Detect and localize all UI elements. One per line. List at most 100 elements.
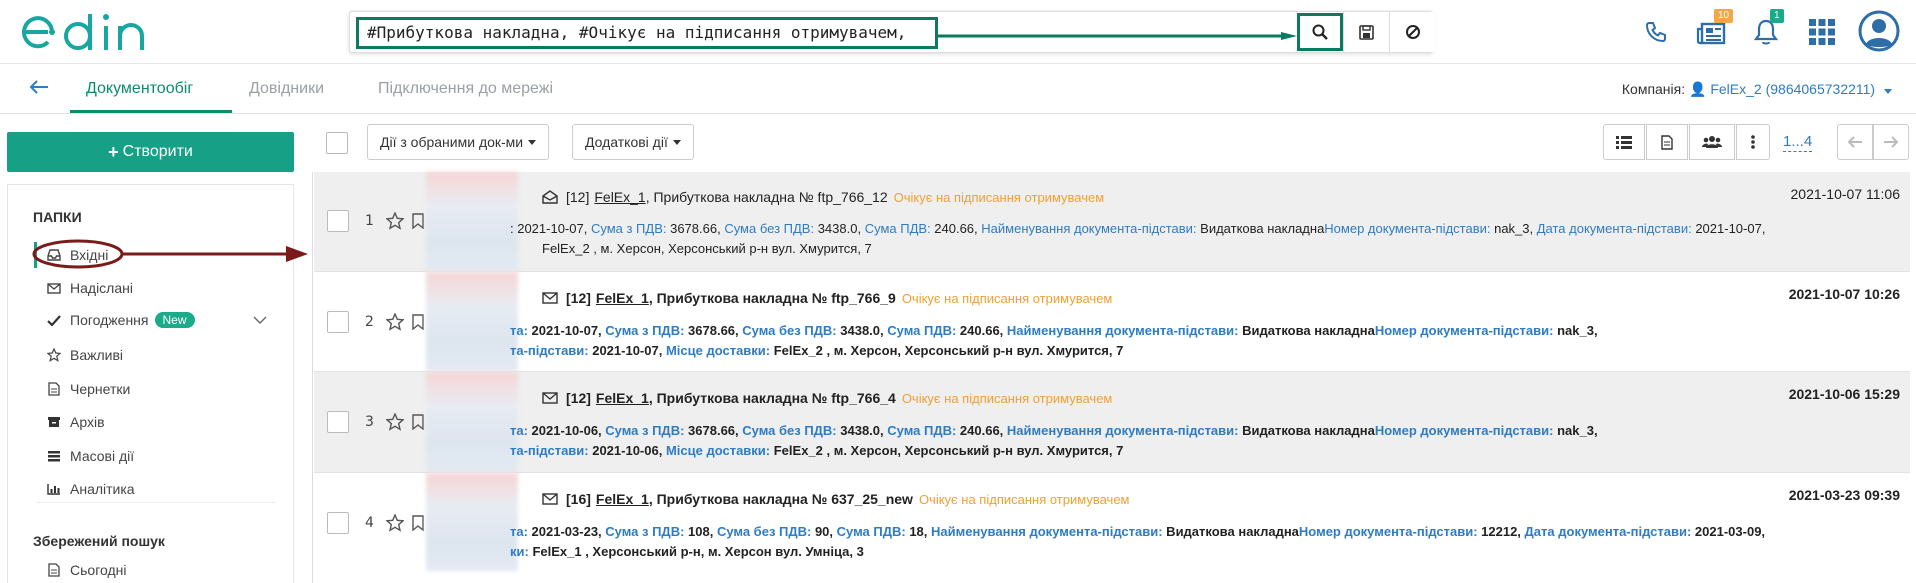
create-button[interactable]: + Створити [7,132,294,172]
field-value: FelEx_1 , Херсонський р-н, м. Херсон вул… [528,544,864,559]
next-page-button[interactable] [1873,124,1909,160]
edin-logo[interactable] [18,10,163,58]
main-nav: Документообіг Довідники Підключення до м… [0,64,1916,114]
sidebar-item-drafts[interactable]: Чернетки [46,377,130,401]
chevron-down-icon[interactable] [253,316,267,325]
sidebar-item-analytics[interactable]: Аналітика [46,477,135,501]
document-date: 2021-10-07 11:06 [1790,186,1901,202]
star-icon[interactable] [386,212,404,230]
row-number: 3 [365,414,374,430]
active-folder-marker [34,242,37,268]
sidebar-item-important[interactable]: Важливі [46,343,123,367]
tab-network-connection[interactable]: Підключення до мережі [378,80,553,98]
select-all-checkbox[interactable] [326,132,348,154]
tab-documents[interactable]: Документообіг [86,80,193,98]
more-options-button[interactable] [1736,124,1770,160]
field-value: nak_3, [1553,423,1598,438]
pagination-range[interactable]: 1...4 [1783,133,1813,152]
search-input[interactable]: #Прибуткова накладна, #Очікує на підписа… [356,17,938,49]
caret-down-icon [528,139,537,145]
notifications-button[interactable]: 1 [1746,9,1786,52]
sender-logo-blurred [426,372,518,472]
row-checkbox[interactable] [327,512,349,534]
document-title[interactable]: [16] FelEx_1 , Прибуткова накладна № 637… [542,491,1129,507]
document-details-line2: та-підстави: 2021-10-06, Місце доставки:… [510,443,1910,458]
document-details-line1: та: 2021-03-23, Сума з ПДВ: 108, Сума бе… [510,524,1910,539]
row-checkbox[interactable] [327,210,349,232]
field-value: 3438.0, [814,221,865,236]
company-value[interactable]: FelEx_2 (9864065732211) [1710,81,1875,97]
news-button[interactable]: 10 [1692,9,1734,52]
field-key: Сума без ПДВ: [716,524,812,539]
check-icon [46,314,62,326]
field-value: Видаткова накладна [1238,423,1375,438]
table-row[interactable]: 1 [12] FelEx_1 , Прибуткова накладна № f… [314,172,1910,272]
table-row[interactable]: 3 [12] FelEx_1 , Прибуткова накладна № f… [314,372,1910,473]
star-icon[interactable] [386,514,404,532]
phone-button[interactable] [1636,12,1676,52]
group-view-button[interactable] [1689,124,1735,160]
bookmark-icon[interactable] [412,314,424,330]
status-badge: Очікує на підписання отримувачем [901,390,1113,406]
table-row[interactable]: 4 [16] FelEx_1 , Прибуткова накладна № 6… [314,473,1910,571]
apps-grid-icon [1809,19,1835,45]
document-title[interactable]: [12] FelEx_1 , Прибуткова накладна № ftp… [542,189,1104,205]
table-row[interactable]: 2 [12] FelEx_1 , Прибуткова накладна № f… [314,272,1910,372]
field-value: 240.66, [956,323,1007,338]
document-sender-link[interactable]: FelEx_1 [596,290,649,306]
bookmark-icon[interactable] [412,515,424,531]
star-icon[interactable] [386,313,404,331]
document-sender-link[interactable]: FelEx_1 [594,189,645,205]
saved-search-heading: Збережений пошук [33,533,165,549]
sidebar-item-bulk-actions[interactable]: Масові дії [46,444,134,468]
star-icon[interactable] [386,413,404,431]
field-value: 240.66, [956,423,1007,438]
document-list: 1 [12] FelEx_1 , Прибуткова накладна № f… [312,172,1916,583]
field-key: Номер документа-підстави: [1374,423,1554,438]
field-value: 108, [684,524,717,539]
sidebar-item-approval[interactable]: Погодження New [46,308,195,332]
saved-search-today[interactable]: Сьогодні [46,558,126,582]
bulk-actions-dropdown[interactable]: Дії з обраними док-ми [367,124,550,160]
extra-actions-dropdown[interactable]: Додаткові дії [572,124,694,160]
envelope-open-icon [542,190,558,204]
prev-page-button[interactable] [1837,124,1873,160]
bookmark-icon[interactable] [412,414,424,430]
apps-button[interactable] [1802,12,1842,52]
inbox-icon [46,249,62,261]
field-key: Сума ПДВ: [887,423,957,438]
company-selector[interactable]: Компанія: 👤 FelEx_2 (9864065732211) [1622,81,1892,98]
extra-actions-label: Додаткові дії [585,134,668,150]
field-value: : 2021-10-07, [510,221,591,236]
field-key: Місце доставки: [665,443,771,458]
field-value: 12212, [1477,524,1525,539]
document-view-button[interactable] [1646,124,1688,160]
field-key: Сума ПДВ: [864,221,931,236]
tab-directories[interactable]: Довідники [249,80,324,98]
save-search-button[interactable] [1343,12,1389,52]
search-button[interactable] [1297,13,1343,51]
list-view-button[interactable] [1603,124,1645,160]
user-avatar-button[interactable] [1856,8,1902,54]
app-header: #Прибуткова накладна, #Очікує на підписа… [0,0,1916,64]
field-key: Місце доставки: [665,343,771,358]
sidebar-item-sent[interactable]: Надіслані [46,276,133,300]
document-sender-link[interactable]: FelEx_1 [596,390,649,406]
row-checkbox[interactable] [327,411,349,433]
document-title[interactable]: [12] FelEx_1 , Прибуткова накладна № ftp… [542,290,1112,306]
clear-search-button[interactable] [1389,12,1435,52]
sidebar-item-archive[interactable]: Архів [46,410,105,434]
field-key: та-підстави: [510,443,589,458]
row-checkbox[interactable] [327,311,349,333]
sidebar-item-label: Надіслані [70,280,133,296]
document-title[interactable]: [12] FelEx_1 , Прибуткова накладна № ftp… [542,390,1112,406]
field-key: та: [510,524,528,539]
sidebar-item-inbox[interactable]: Вхідні [46,243,108,267]
chevron-down-icon [1884,89,1892,94]
back-arrow-icon[interactable] [28,78,50,96]
folders-heading: ПАПКИ [33,209,82,225]
bookmark-icon[interactable] [412,213,424,229]
field-value: FelEx_2 , м. Херсон, Херсонський р-н вул… [542,241,872,256]
saved-search-label: Сьогодні [70,562,127,578]
document-sender-link[interactable]: FelEx_1 [596,491,649,507]
